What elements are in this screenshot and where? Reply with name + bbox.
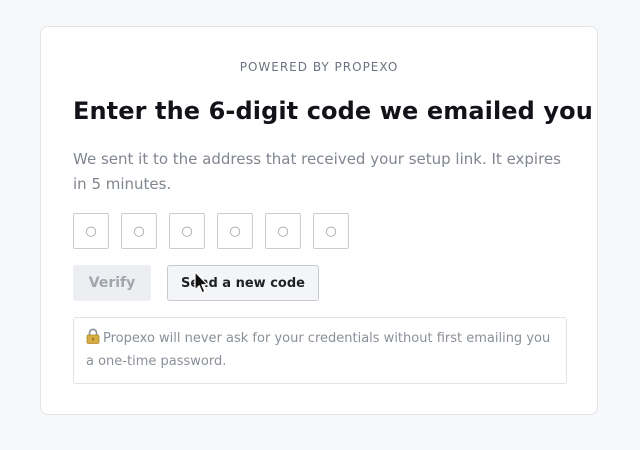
security-notice: Propexo will never ask for your credenti… (73, 317, 567, 384)
verification-card: POWERED BY PROPEXO Enter the 6-digit cod… (40, 26, 598, 415)
verify-button[interactable]: Verify (73, 265, 151, 301)
security-notice-text: Propexo will never ask for your credenti… (86, 331, 551, 369)
send-new-code-button[interactable]: Send a new code (167, 265, 319, 301)
otp-digit-4-input[interactable] (217, 213, 253, 249)
otp-input-group (73, 213, 349, 249)
otp-digit-3-input[interactable] (169, 213, 205, 249)
page-title: Enter the 6-digit code we emailed you (73, 97, 593, 125)
otp-digit-6-input[interactable] (313, 213, 349, 249)
otp-digit-5-input[interactable] (265, 213, 301, 249)
otp-digit-1-input[interactable] (73, 213, 109, 249)
lock-icon (86, 328, 100, 351)
powered-by-label: POWERED BY PROPEXO (239, 60, 399, 74)
instructions-text: We sent it to the address that received … (73, 150, 561, 193)
otp-digit-2-input[interactable] (121, 213, 157, 249)
